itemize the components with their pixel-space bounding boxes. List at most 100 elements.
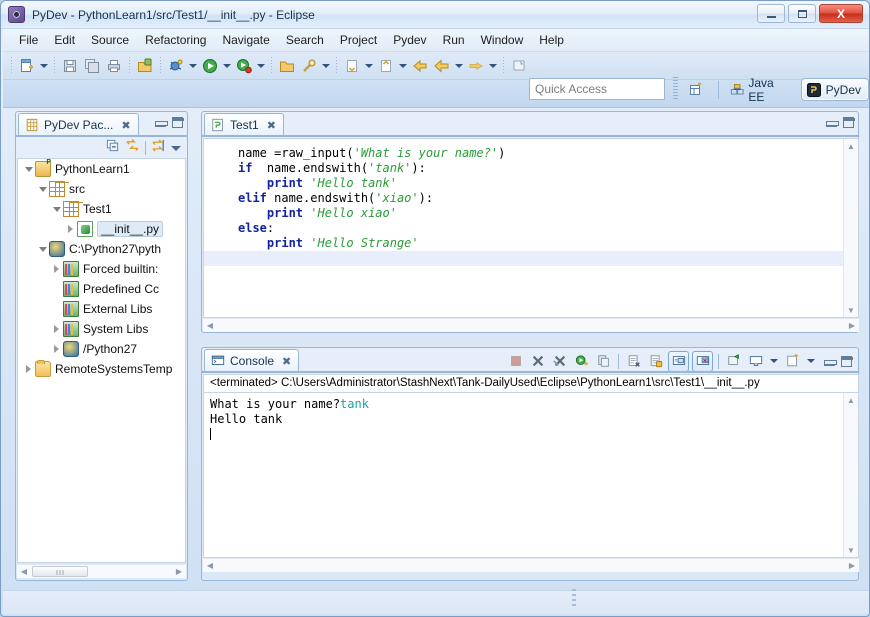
- expand-arrow-open-icon[interactable]: [50, 199, 63, 219]
- external-tools-dropdown[interactable]: [320, 55, 332, 77]
- maximize-button[interactable]: [788, 4, 816, 23]
- relaunch-button[interactable]: [572, 352, 591, 371]
- clear-console-button[interactable]: [594, 352, 613, 371]
- overview-ruler[interactable]: ▲ ▼: [843, 139, 858, 317]
- tree-item[interactable]: __init__.py: [18, 219, 185, 239]
- expand-arrow-closed-icon[interactable]: [64, 219, 77, 239]
- status-bar-sash[interactable]: [572, 589, 576, 609]
- focus-active-task-button[interactable]: [151, 138, 166, 158]
- print-button[interactable]: [103, 55, 125, 77]
- expand-arrow-closed-icon[interactable]: [50, 339, 63, 359]
- open-resource-button[interactable]: [276, 55, 298, 77]
- tree-item[interactable]: Forced builtin:: [18, 259, 185, 279]
- expand-arrow-closed-icon[interactable]: [50, 259, 63, 279]
- menu-source[interactable]: Source: [83, 31, 137, 49]
- run-button[interactable]: [199, 55, 221, 77]
- console-maximize-button[interactable]: [841, 356, 852, 367]
- forward-dropdown[interactable]: [487, 55, 499, 77]
- pydev-debug-dropdown[interactable]: [187, 55, 199, 77]
- menu-file[interactable]: File: [11, 31, 46, 49]
- package-explorer-hscrollbar[interactable]: ◀ ▶: [17, 564, 186, 578]
- collapse-all-button[interactable]: [105, 138, 120, 158]
- display-selected-console-dropdown[interactable]: [768, 350, 780, 372]
- pin-editor-button[interactable]: [508, 55, 530, 77]
- terminate-all-button[interactable]: [506, 352, 525, 371]
- menu-edit[interactable]: Edit: [46, 31, 83, 49]
- save-all-button[interactable]: [81, 55, 103, 77]
- scroll-lock-button[interactable]: [624, 352, 643, 371]
- editor-close-icon[interactable]: ✖: [267, 119, 276, 132]
- package-explorer-tree[interactable]: PythonLearn1srcTest1__init__.pyC:\Python…: [17, 158, 186, 563]
- menu-search[interactable]: Search: [278, 31, 332, 49]
- expand-arrow-open-icon[interactable]: [36, 179, 49, 199]
- scroll-right-arrow-icon[interactable]: ▶: [845, 319, 859, 333]
- back-dropdown[interactable]: [453, 55, 465, 77]
- tab-test1[interactable]: Test1 ✖: [204, 113, 284, 136]
- tree-item[interactable]: src: [18, 179, 185, 199]
- close-button[interactable]: X: [819, 4, 863, 23]
- tree-item[interactable]: Test1: [18, 199, 185, 219]
- new-wizard-button[interactable]: [16, 55, 38, 77]
- editor-minimize-button[interactable]: [826, 118, 837, 127]
- tree-item[interactable]: Predefined Cc: [18, 279, 185, 299]
- open-type-button[interactable]: [134, 55, 156, 77]
- show-console-on-error-button[interactable]: [692, 351, 713, 372]
- menu-pydev[interactable]: Pydev: [385, 31, 434, 49]
- debug-button[interactable]: [233, 55, 255, 77]
- open-console-dropdown[interactable]: [805, 350, 817, 372]
- tree-item[interactable]: C:\Python27\pyth: [18, 239, 185, 259]
- tree-item[interactable]: RemoteSystemsTemp: [18, 359, 185, 379]
- tree-item[interactable]: System Libs: [18, 319, 185, 339]
- console-vscrollbar[interactable]: ▲ ▼: [843, 393, 858, 557]
- menu-run[interactable]: Run: [435, 31, 473, 49]
- menu-window[interactable]: Window: [473, 31, 532, 49]
- pydev-debug-button[interactable]: [165, 55, 187, 77]
- scroll-right-arrow-icon[interactable]: ▶: [172, 565, 186, 579]
- scroll-right-arrow-icon[interactable]: ▶: [845, 559, 859, 573]
- package-explorer-maximize-button[interactable]: [172, 117, 183, 128]
- scroll-up-arrow-icon[interactable]: ▲: [844, 393, 858, 407]
- console-output-surface[interactable]: ▲ ▼ What is your name?tankHello tank: [203, 392, 859, 558]
- scroll-left-arrow-icon[interactable]: ◀: [17, 565, 31, 579]
- debug-dropdown[interactable]: [255, 55, 267, 77]
- display-selected-console-button[interactable]: [746, 352, 765, 371]
- open-perspective-button[interactable]: [683, 78, 712, 101]
- expand-arrow-closed-icon[interactable]: [50, 319, 63, 339]
- previous-annotation-dropdown[interactable]: [397, 55, 409, 77]
- quick-access-input[interactable]: Quick Access: [529, 78, 665, 100]
- menu-project[interactable]: Project: [332, 31, 385, 49]
- console-minimize-button[interactable]: [824, 357, 835, 366]
- previous-annotation-button[interactable]: [375, 55, 397, 77]
- tree-item[interactable]: PythonLearn1: [18, 159, 185, 179]
- new-wizard-dropdown[interactable]: [38, 55, 50, 77]
- word-wrap-button[interactable]: [646, 352, 665, 371]
- scroll-down-arrow-icon[interactable]: ▼: [844, 303, 858, 317]
- package-explorer-minimize-button[interactable]: [155, 118, 166, 127]
- last-edit-location-button[interactable]: [409, 55, 431, 77]
- minimize-button[interactable]: [757, 4, 785, 23]
- expand-arrow-closed-icon[interactable]: [22, 359, 35, 379]
- expand-arrow-open-icon[interactable]: [36, 239, 49, 259]
- editor-maximize-button[interactable]: [843, 117, 854, 128]
- scroll-up-arrow-icon[interactable]: ▲: [844, 139, 858, 153]
- tree-item[interactable]: External Libs: [18, 299, 185, 319]
- package-explorer-close-icon[interactable]: ✖: [121, 119, 130, 132]
- expand-arrow-open-icon[interactable]: [22, 159, 35, 179]
- tab-pydev-package-explorer[interactable]: PyDev Pac... ✖: [18, 113, 139, 136]
- perspective-java-ee[interactable]: Java EE: [725, 78, 797, 101]
- hscroll-thumb[interactable]: [32, 566, 88, 577]
- perspective-pydev[interactable]: PyDev: [801, 78, 869, 101]
- console-hscrollbar[interactable]: ◀ ▶: [203, 558, 859, 572]
- open-console-button[interactable]: [783, 352, 802, 371]
- remove-launch-button[interactable]: [528, 352, 547, 371]
- show-console-on-output-button[interactable]: [668, 351, 689, 372]
- perspective-sash[interactable]: [673, 77, 678, 101]
- scroll-down-arrow-icon[interactable]: ▼: [844, 543, 858, 557]
- forward-button[interactable]: [465, 55, 487, 77]
- scroll-left-arrow-icon[interactable]: ◀: [203, 559, 217, 573]
- console-close-icon[interactable]: ✖: [282, 355, 291, 368]
- editor-hscrollbar[interactable]: ◀ ▶: [203, 318, 859, 332]
- menu-refactoring[interactable]: Refactoring: [137, 31, 214, 49]
- remove-all-terminated-button[interactable]: [550, 352, 569, 371]
- code-editor-surface[interactable]: ▲ ▼ name =raw_input('What is your name?'…: [203, 138, 859, 318]
